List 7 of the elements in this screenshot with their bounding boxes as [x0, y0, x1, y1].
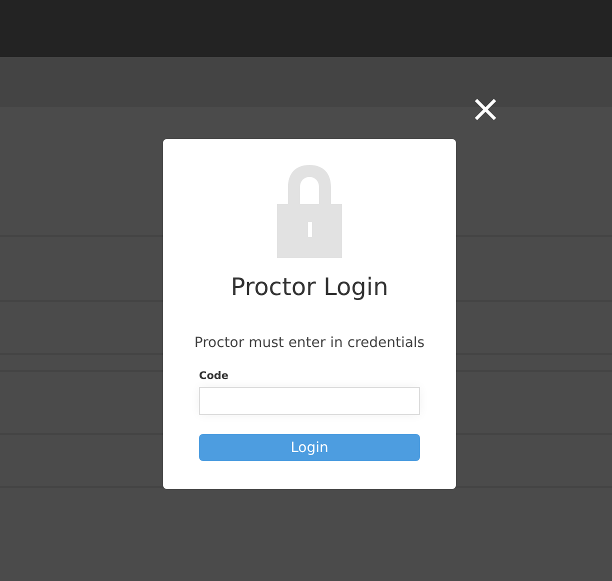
login-button[interactable]: Login	[199, 434, 420, 461]
instruction-text: Proctor must enter in credentials	[194, 334, 425, 353]
dialog-title: Proctor Login	[230, 272, 388, 302]
code-input-field[interactable]	[199, 387, 420, 415]
code-label: Code	[199, 370, 230, 383]
close-icon[interactable]	[474, 98, 497, 121]
lock-icon	[277, 165, 342, 258]
